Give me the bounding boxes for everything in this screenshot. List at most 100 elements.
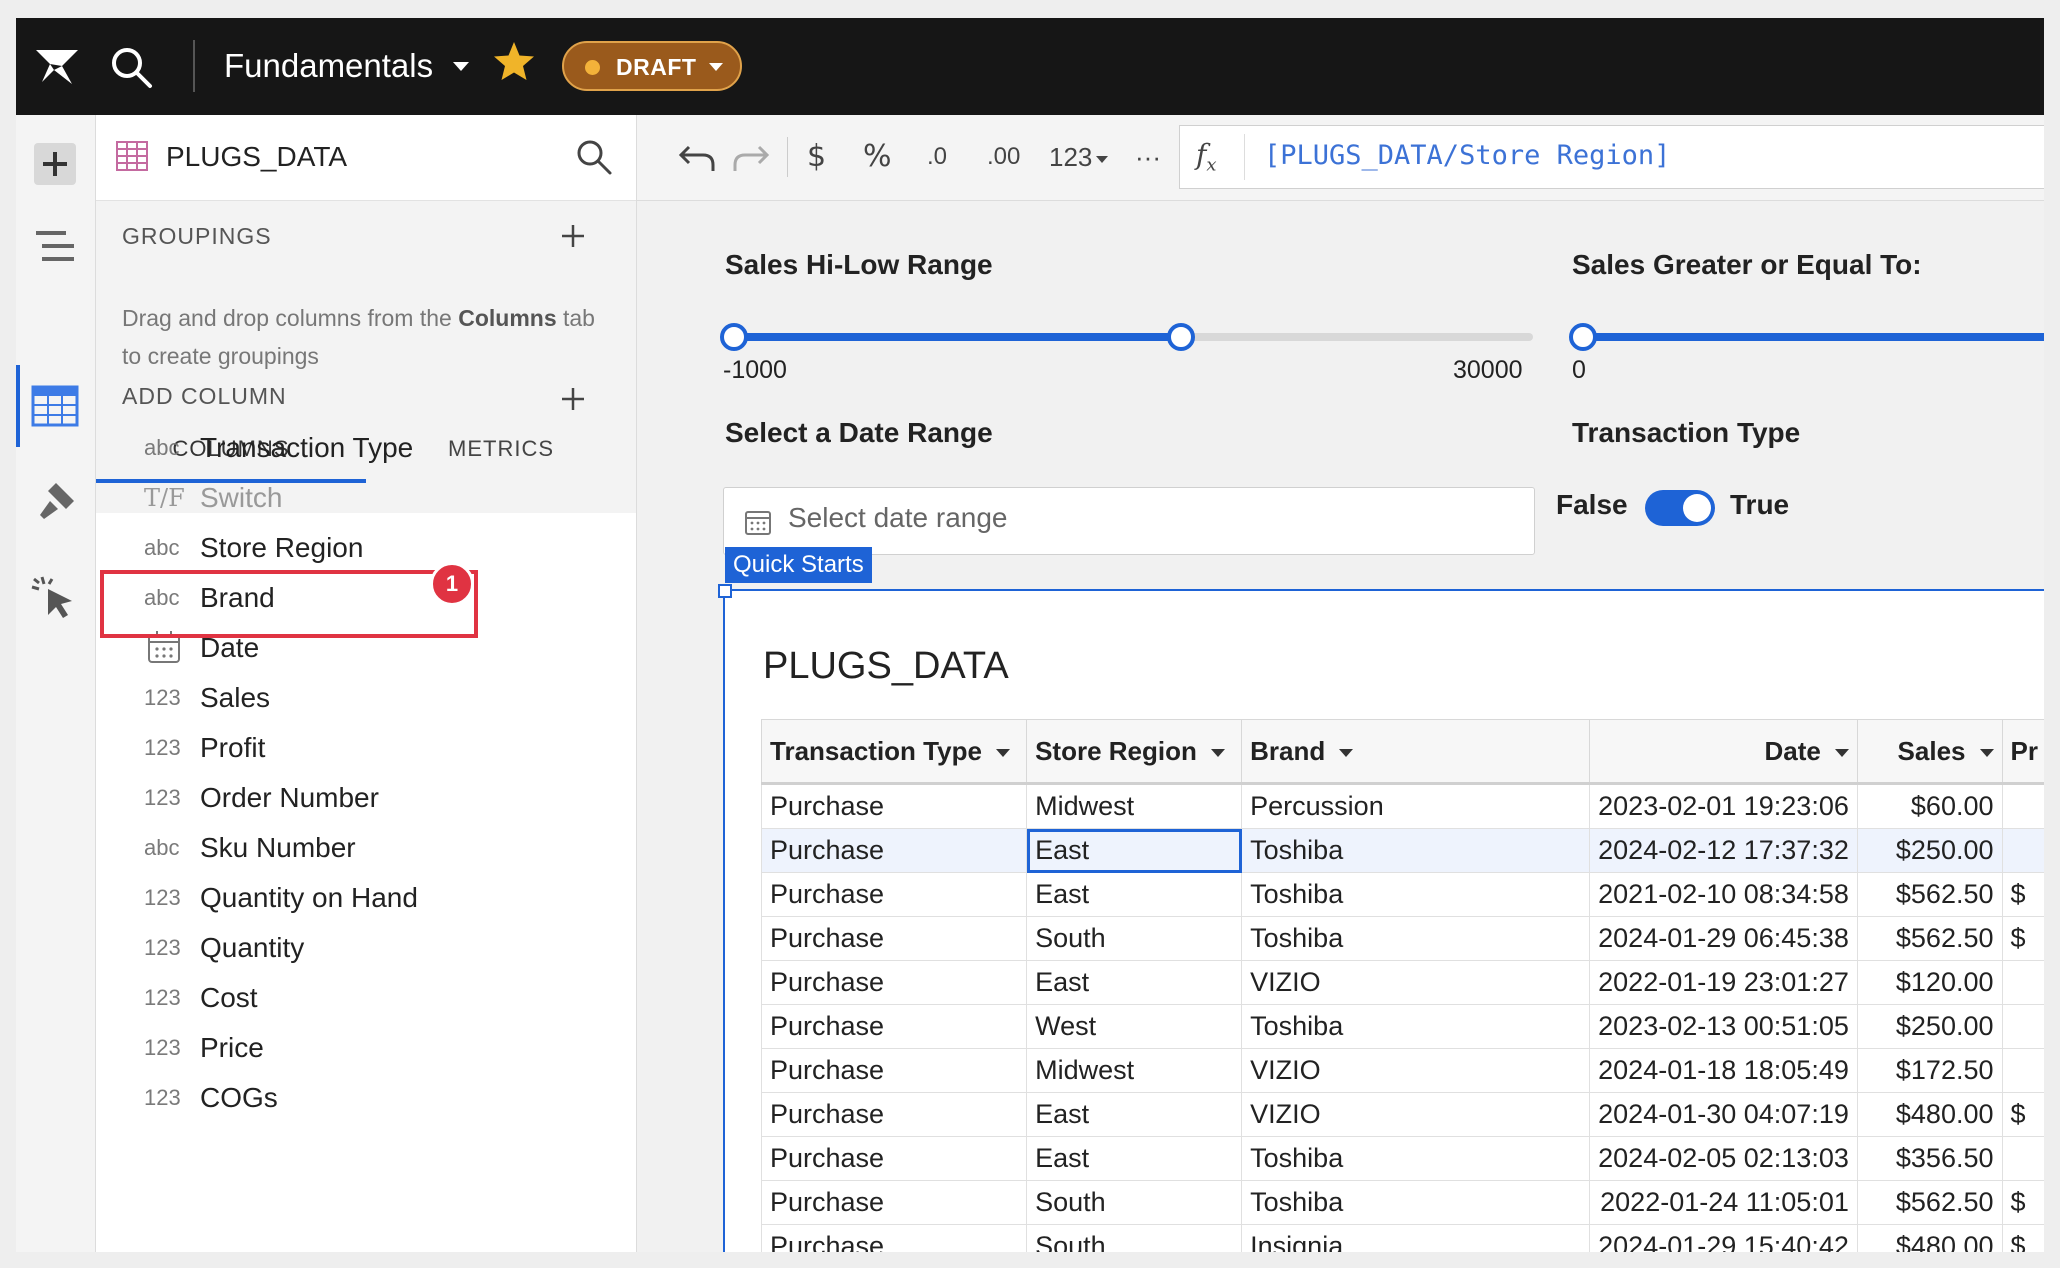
table-cell[interactable]: $356.50 [1856,1136,2003,1181]
table-cell[interactable]: Purchase [760,1224,1028,1252]
table-cell[interactable]: $ [2001,1224,2044,1252]
column-header[interactable]: Pr [2001,719,2044,785]
chevron-down-icon[interactable] [453,62,469,71]
column-item[interactable]: T/F Switch [96,473,636,525]
actions-cursor-icon[interactable] [28,571,82,625]
table-cell[interactable]: $172.50 [1856,1048,2003,1093]
column-item[interactable]: abc Store Region [96,523,636,575]
table-cell[interactable]: $120.00 [1856,960,2003,1005]
percent-format-button[interactable]: % [863,135,892,179]
table-row[interactable]: Purchase East Toshiba 2024-02-05 02:13:03 $3… [760,1136,2044,1181]
table-row[interactable]: Purchase East Toshiba 2021-02-10 08:34:58 $5… [760,872,2044,917]
format-brush-icon[interactable] [28,475,82,529]
table-cell[interactable]: Midwest [1026,783,1243,829]
table-cell[interactable]: VIZIO [1241,1048,1591,1093]
table-cell[interactable]: Toshiba [1241,1004,1591,1049]
table-cell[interactable]: Toshiba [1241,828,1591,873]
table-cell[interactable]: Purchase [760,1136,1028,1181]
formula-input[interactable]: [PLUGS_DATA/Store Region] [1264,140,1670,171]
workbook-name[interactable]: Fundamentals [224,44,433,88]
table-cell[interactable]: Midwest [1026,1048,1243,1093]
table-cell[interactable]: VIZIO [1241,960,1591,1005]
table-cell[interactable]: $250.00 [1856,1004,2003,1049]
column-item[interactable]: 123 Price [96,1023,636,1075]
table-row[interactable]: Purchase South Toshiba 2024-01-29 06:45:38 $… [760,916,2044,961]
range-max-handle[interactable] [1167,323,1195,351]
table-properties-icon[interactable] [28,379,82,433]
chevron-down-icon[interactable] [1339,748,1354,757]
table-cell[interactable] [2001,783,2044,829]
resize-handle[interactable] [718,584,732,598]
more-options-button[interactable]: ··· [1135,135,1161,179]
star-icon[interactable] [490,38,538,86]
chevron-down-icon[interactable] [1210,748,1225,757]
table-cell[interactable]: 2024-02-12 17:37:32 [1589,828,1858,873]
table-cell[interactable]: West [1026,1004,1243,1049]
search-icon[interactable] [108,44,154,90]
table-cell[interactable] [2001,1136,2044,1181]
table-cell[interactable]: Percussion [1241,783,1591,829]
table-cell[interactable]: $ [2001,1092,2044,1137]
table-row[interactable]: Purchase East VIZIO 2022-01-19 23:01:27 $120… [760,960,2044,1005]
table-cell[interactable]: Purchase [760,872,1028,917]
table-row[interactable]: Purchase Midwest VIZIO 2024-01-18 18:05:49 $… [760,1048,2044,1093]
gte-slider-fill[interactable] [1583,333,2044,341]
table-row[interactable]: Purchase East VIZIO 2024-01-30 04:07:19 $480… [760,1092,2044,1137]
table-row[interactable]: Purchase South Insignia 2024-01-29 15:40:42… [760,1224,2044,1252]
table-cell[interactable]: East [1026,1092,1243,1137]
formula-bar[interactable]: fx [PLUGS_DATA/Store Region] [1179,125,2044,189]
column-header[interactable]: Date [1589,719,1858,785]
table-cell[interactable]: East [1026,828,1243,873]
table-cell[interactable]: $ [2001,872,2044,917]
column-header[interactable]: Store Region [1026,719,1243,785]
currency-format-button[interactable]: $ [807,135,826,179]
table-row[interactable]: Purchase South Toshiba 2022-01-24 11:05:01 $… [760,1180,2044,1225]
draft-status-button[interactable]: DRAFT [562,41,742,91]
date-range-input[interactable]: Select date range [723,487,1535,555]
table-cell[interactable]: Toshiba [1241,916,1591,961]
table-cell[interactable]: Purchase [760,916,1028,961]
table-cell[interactable]: 2024-02-05 02:13:03 [1589,1136,1858,1181]
chevron-down-icon[interactable] [995,748,1010,757]
table-row[interactable]: Purchase Midwest Percussion 2023-02-01 19:2… [760,783,2044,829]
element-list-icon[interactable] [28,219,82,273]
redo-icon[interactable] [731,137,771,177]
column-item[interactable]: 123 COGs [96,1073,636,1125]
table-cell[interactable]: Purchase [760,1180,1028,1225]
table-cell[interactable]: 2023-02-01 19:23:06 [1589,783,1858,829]
column-header[interactable]: Transaction Type [760,719,1028,785]
table-cell[interactable]: Purchase [760,1004,1028,1049]
table-cell[interactable]: VIZIO [1241,1092,1591,1137]
table-cell[interactable]: Purchase [760,1048,1028,1093]
table-cell[interactable]: Toshiba [1241,1136,1591,1181]
table-cell[interactable]: Toshiba [1241,872,1591,917]
column-item[interactable]: 123 Sales [96,673,636,725]
table-cell[interactable]: Purchase [760,960,1028,1005]
table-cell[interactable]: 2024-01-29 06:45:38 [1589,916,1858,961]
table-cell[interactable]: $562.50 [1856,872,2003,917]
table-cell[interactable] [2001,1004,2044,1049]
column-item[interactable]: 123 Quantity [96,923,636,975]
increase-decimals-button[interactable]: .00 [987,135,1020,179]
column-item[interactable]: 123 Profit [96,723,636,775]
table-row[interactable]: Purchase West Toshiba 2023-02-13 00:51:05 $2… [760,1004,2044,1049]
table-cell[interactable]: Purchase [760,1092,1028,1137]
column-header[interactable]: Brand [1241,719,1591,785]
table-cell[interactable] [2001,960,2044,1005]
table-cell[interactable]: 2023-02-13 00:51:05 [1589,1004,1858,1049]
table-cell[interactable]: South [1026,916,1243,961]
add-grouping-icon[interactable] [560,223,586,249]
table-cell[interactable]: $60.00 [1856,783,2003,829]
column-item[interactable]: 123 Quantity on Hand [96,873,636,925]
table-cell[interactable]: East [1026,872,1243,917]
table-cell[interactable]: $562.50 [1856,916,2003,961]
add-element-icon[interactable] [28,137,82,191]
table-cell[interactable]: $562.50 [1856,1180,2003,1225]
table-cell[interactable]: South [1026,1224,1243,1252]
chevron-down-icon[interactable] [1979,748,1994,757]
column-header[interactable]: Sales [1856,719,2003,785]
table-cell[interactable]: $480.00 [1856,1224,2003,1252]
column-item[interactable]: 123 Cost [96,973,636,1025]
column-item[interactable]: 123 Order Number [96,773,636,825]
search-icon[interactable] [574,137,614,177]
